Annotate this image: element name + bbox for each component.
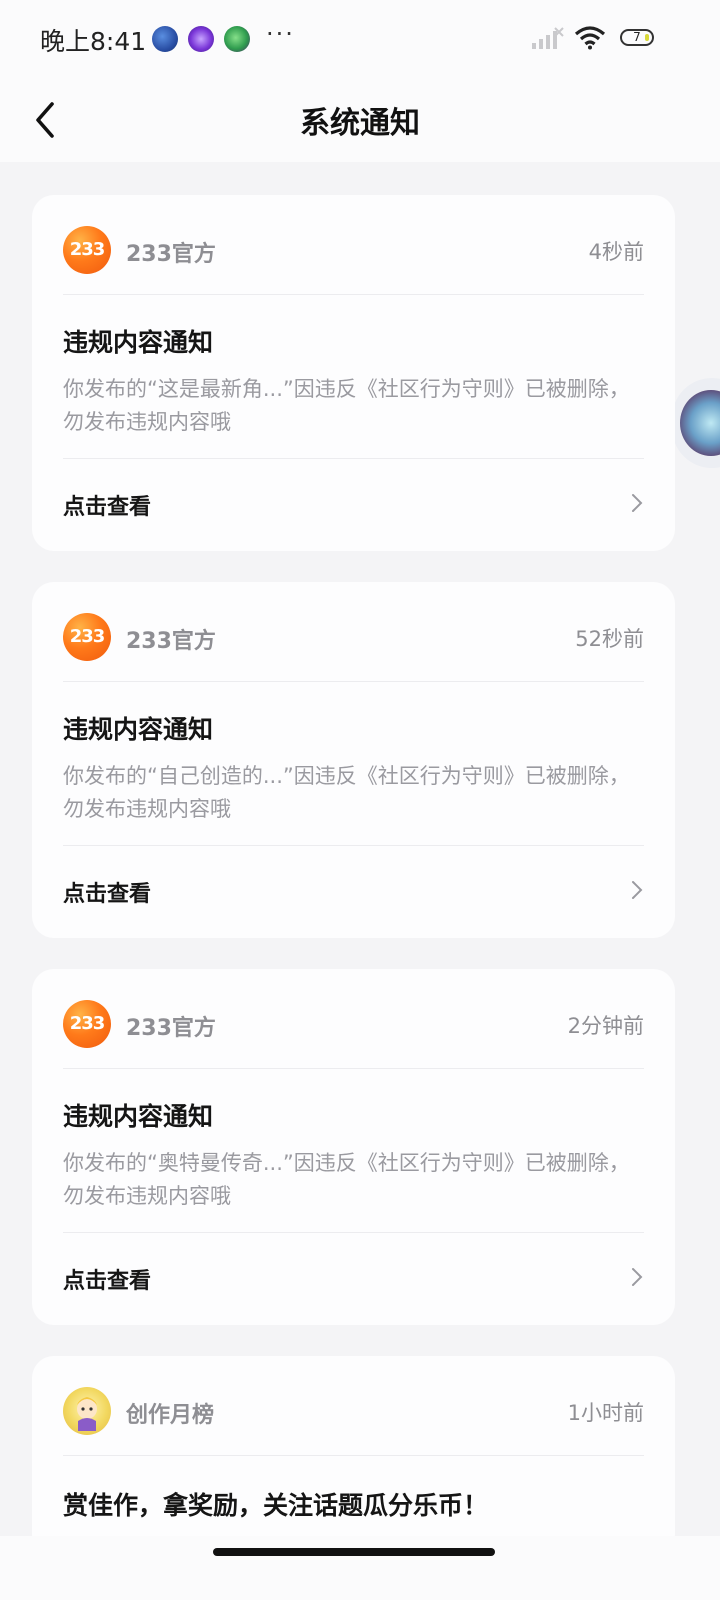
card-header: 233 233官方 4秒前 — [63, 195, 644, 295]
sender-name: 233官方 — [126, 1016, 216, 1041]
view-details-row[interactable]: 点击查看 — [63, 458, 644, 552]
notification-time: 52秒前 — [575, 627, 644, 651]
card-header: 233 233官方 2分钟前 — [63, 969, 644, 1069]
notification-time: 4秒前 — [588, 240, 644, 264]
battery-icon: 7 — [620, 29, 654, 46]
home-indicator[interactable] — [213, 1548, 495, 1556]
notification-title: 赏佳作，拿奖励，关注话题瓜分乐币！ — [63, 1491, 489, 1520]
status-time: 晚上8:41 — [40, 27, 147, 56]
view-details-label: 点击查看 — [63, 1269, 152, 1294]
notification-body: 你发布的“奥特曼传奇...”因违反《社区行为守则》已被删除，勿发布违规内容哦 — [63, 1151, 630, 1208]
bottom-gesture-area — [0, 1536, 720, 1600]
notification-card[interactable]: 233 233官方 52秒前 违规内容通知 你发布的“自己创造的...”因违反《… — [32, 582, 675, 938]
view-details-row[interactable]: 点击查看 — [63, 845, 644, 939]
sender-avatar — [63, 1387, 111, 1435]
more-notifications-icon: ··· — [266, 20, 295, 48]
app-notification-icon — [224, 26, 250, 52]
card-header: 233 233官方 52秒前 — [63, 582, 644, 682]
notification-title: 违规内容通知 — [63, 1102, 214, 1131]
signal-icon — [532, 27, 564, 49]
notification-card[interactable]: 233 233官方 4秒前 违规内容通知 你发布的“这是最新角...”因违反《社… — [32, 195, 675, 551]
notification-card[interactable]: 233 233官方 2分钟前 违规内容通知 你发布的“奥特曼传奇...”因违反《… — [32, 969, 675, 1325]
view-details-label: 点击查看 — [63, 495, 152, 520]
wifi-icon — [574, 26, 606, 50]
status-indicators: 7 — [530, 26, 660, 52]
sender-name: 233官方 — [126, 629, 216, 654]
sender-name: 创作月榜 — [126, 1403, 215, 1428]
notification-time: 1小时前 — [567, 1401, 644, 1425]
view-details-row[interactable]: 点击查看 — [63, 1232, 644, 1326]
chevron-right-icon — [632, 881, 643, 899]
sender-avatar: 233 — [63, 613, 111, 661]
notification-body: 你发布的“这是最新角...”因违反《社区行为守则》已被删除，勿发布违规内容哦 — [63, 377, 630, 434]
floating-assistant-button[interactable] — [672, 378, 720, 468]
card-header: 创作月榜 1小时前 — [63, 1356, 644, 1456]
app-notification-icon — [188, 26, 214, 52]
notification-card[interactable]: 创作月榜 1小时前 赏佳作，拿奖励，关注话题瓜分乐币！ — [32, 1356, 675, 1556]
chevron-right-icon — [632, 1268, 643, 1286]
battery-charge-dot — [645, 34, 649, 41]
page-title: 系统通知 — [300, 106, 420, 141]
navigation-bar: 系统通知 — [0, 78, 720, 162]
sender-name: 233官方 — [126, 242, 216, 267]
notification-time: 2分钟前 — [567, 1014, 644, 1038]
notification-title: 违规内容通知 — [63, 715, 214, 744]
chevron-right-icon — [632, 494, 643, 512]
character-avatar-icon — [77, 1397, 97, 1431]
notification-body: 你发布的“自己创造的...”因违反《社区行为守则》已被删除，勿发布违规内容哦 — [63, 764, 630, 821]
sender-avatar: 233 — [63, 226, 111, 274]
app-notification-icon — [152, 26, 178, 52]
sender-avatar: 233 — [63, 1000, 111, 1048]
battery-level: 7 — [633, 30, 641, 44]
notification-title: 违规内容通知 — [63, 328, 214, 357]
floating-avatar-image — [680, 390, 720, 456]
status-bar: 晚上8:41 ··· 7 — [0, 0, 720, 78]
view-details-label: 点击查看 — [63, 882, 152, 907]
